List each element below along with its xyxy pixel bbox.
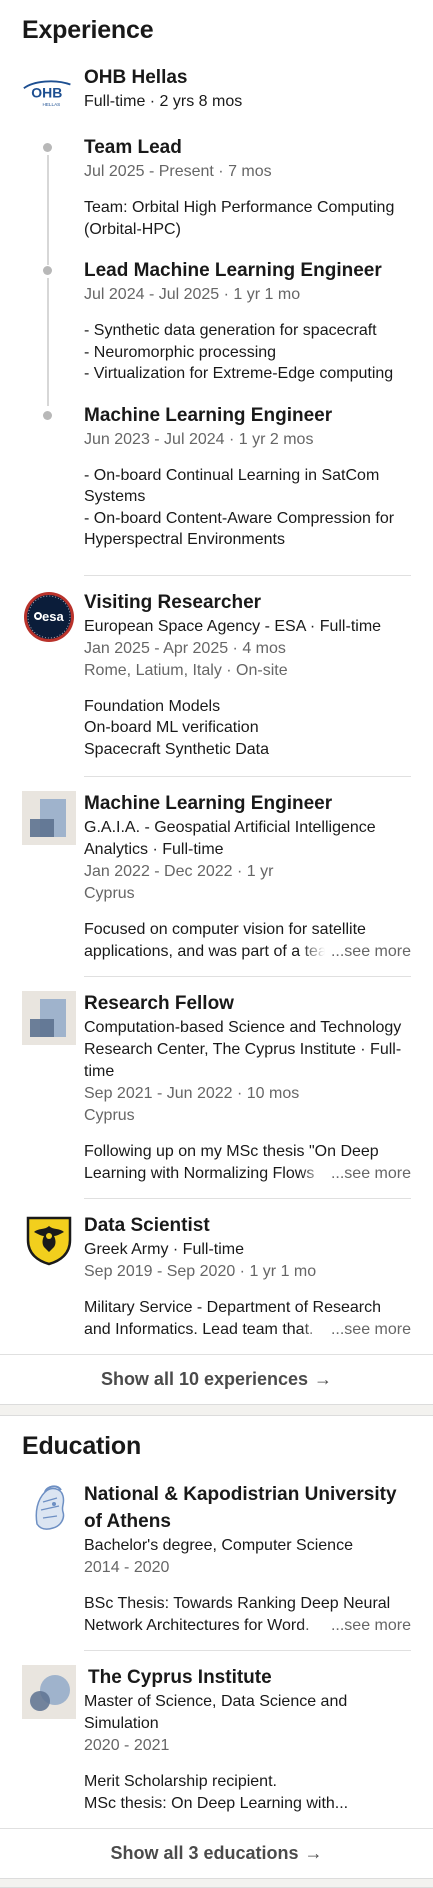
see-more-link[interactable]: ...see more xyxy=(300,940,411,962)
role-dates: Jul 2025 - Present · 7 mos xyxy=(84,163,272,180)
role-title[interactable]: Data Scientist xyxy=(84,1213,411,1239)
timeline-line xyxy=(47,155,49,265)
role-location: Rome, Latium, Italy · On-site xyxy=(84,661,288,679)
role-title[interactable]: Visiting Researcher xyxy=(84,590,411,616)
school-logo-placeholder xyxy=(22,1665,76,1719)
ohb-logo: OHB HELLAS xyxy=(22,65,76,119)
show-all-educations-button[interactable]: Show all 3 educations → xyxy=(0,1828,433,1878)
role-title: Machine Learning Engineer xyxy=(84,404,333,426)
organization: G.A.I.A. - Geospatial Artificial Intelli… xyxy=(84,819,376,858)
see-more-link[interactable]: ...see more xyxy=(300,1162,411,1184)
role-description: Focused on computer vision for satellite… xyxy=(84,919,411,962)
experience-group-ohb[interactable]: OHB HELLAS OHB Hellas Full-time · 2 yrs … xyxy=(0,51,433,119)
organization: Greek Army · Full-time xyxy=(84,1241,245,1258)
svg-text:esa: esa xyxy=(42,609,64,624)
role-description: Team: Orbital High Performance Computing… xyxy=(84,199,395,238)
education-item-cyi[interactable]: The Cyprus Institute Master of Science, … xyxy=(0,1651,433,1828)
education-heading: Education xyxy=(22,1432,142,1460)
experience-item-esa[interactable]: esa Visiting Researcher European Space A… xyxy=(0,576,433,777)
esa-logo: esa xyxy=(22,590,76,644)
svg-text:HELLAS: HELLAS xyxy=(42,102,60,107)
role-dates: Jan 2025 - Apr 2025 · 4 mos xyxy=(84,639,286,657)
svg-text:OHB: OHB xyxy=(31,85,62,101)
role-title: Team Lead xyxy=(84,137,182,158)
timeline-dot xyxy=(43,266,52,275)
role-title: Lead Machine Learning Engineer xyxy=(84,260,382,281)
role-ml-engineer-ohb[interactable]: Machine Learning Engineer Jun 2023 - Jul… xyxy=(0,403,433,575)
education-section: Education National & Kapodistrian Univer… xyxy=(0,1416,433,1878)
role-title[interactable]: Research Fellow xyxy=(84,991,411,1017)
see-more-link[interactable]: ...see more xyxy=(300,1318,411,1340)
education-dates: 2014 - 2020 xyxy=(84,1559,170,1576)
uoa-logo xyxy=(22,1481,76,1535)
role-team-lead[interactable]: Team Lead Jul 2025 - Present · 7 mos Tea… xyxy=(0,119,433,265)
education-item-uoa[interactable]: National & Kapodistrian University of At… xyxy=(0,1467,433,1650)
education-dates: 2020 - 2021 xyxy=(84,1737,170,1754)
experience-heading: Experience xyxy=(22,16,154,44)
arrow-right-icon: → xyxy=(314,1369,333,1389)
experience-item-cyi[interactable]: Research Fellow Computation-based Scienc… xyxy=(0,977,433,1198)
experience-section: Experience OHB HELLAS OHB Hellas Full-ti… xyxy=(0,0,433,1404)
role-description: - On-board Continual Learning in SatCom … xyxy=(84,466,395,549)
experience-item-army[interactable]: Data Scientist Greek Army · Full-time Se… xyxy=(0,1199,433,1354)
school-name[interactable]: National & Kapodistrian University of At… xyxy=(84,1481,411,1535)
show-all-experiences-button[interactable]: Show all 10 experiences → xyxy=(0,1354,433,1404)
role-dates: Jan 2022 - Dec 2022 · 1 yr xyxy=(84,863,274,880)
section-gap xyxy=(0,1404,433,1416)
degree: Bachelor's degree, Computer Science xyxy=(84,1537,353,1554)
timeline-dot xyxy=(43,410,52,420)
education-description: BSc Thesis: Towards Ranking Deep Neural … xyxy=(84,1593,411,1636)
role-dates: Jun 2023 - Jul 2024 · 1 yr 2 mos xyxy=(84,430,314,448)
role-location: Cyprus xyxy=(84,885,135,902)
degree: Master of Science, Data Science and Simu… xyxy=(84,1693,348,1732)
role-location: Cyprus xyxy=(84,1107,135,1124)
role-lead-ml-engineer[interactable]: Lead Machine Learning Engineer Jul 2024 … xyxy=(0,258,433,406)
role-dates: Jul 2024 - Jul 2025 · 1 yr 1 mo xyxy=(84,286,301,303)
company-logo-placeholder xyxy=(22,791,76,845)
role-dates: Sep 2021 - Jun 2022 · 10 mos xyxy=(84,1085,300,1102)
arrow-right-icon: → xyxy=(304,1843,323,1863)
role-description: Military Service - Department of Researc… xyxy=(84,1297,411,1340)
greek-army-logo xyxy=(22,1213,76,1267)
school-name[interactable]: The Cyprus Institute xyxy=(84,1665,411,1691)
education-description: Merit Scholarship recipient. MSc thesis:… xyxy=(84,1773,349,1812)
timeline-line xyxy=(47,278,49,406)
see-more-link[interactable]: ...see more xyxy=(300,1614,411,1636)
profile-page: Experience OHB HELLAS OHB Hellas Full-ti… xyxy=(0,0,433,1888)
organization: European Space Agency - ESA · Full-time xyxy=(84,617,382,635)
company-logo-placeholder xyxy=(22,991,76,1045)
role-description: Foundation Models On-board ML verificati… xyxy=(84,697,269,758)
experience-item-gaia[interactable]: Machine Learning Engineer G.A.I.A. - Geo… xyxy=(0,777,433,976)
section-gap xyxy=(0,1878,433,1888)
employment-meta: Full-time · 2 yrs 8 mos xyxy=(84,93,243,110)
timeline-dot xyxy=(43,143,52,152)
role-title[interactable]: Machine Learning Engineer xyxy=(84,791,411,817)
organization: Computation-based Science and Technology… xyxy=(84,1019,402,1080)
role-dates: Sep 2019 - Sep 2020 · 1 yr 1 mo xyxy=(84,1263,317,1280)
role-description: - Synthetic data generation for spacecra… xyxy=(84,322,394,382)
company-name[interactable]: OHB Hellas xyxy=(84,65,411,91)
role-description: Following up on my MSc thesis "On Deep L… xyxy=(84,1141,411,1184)
